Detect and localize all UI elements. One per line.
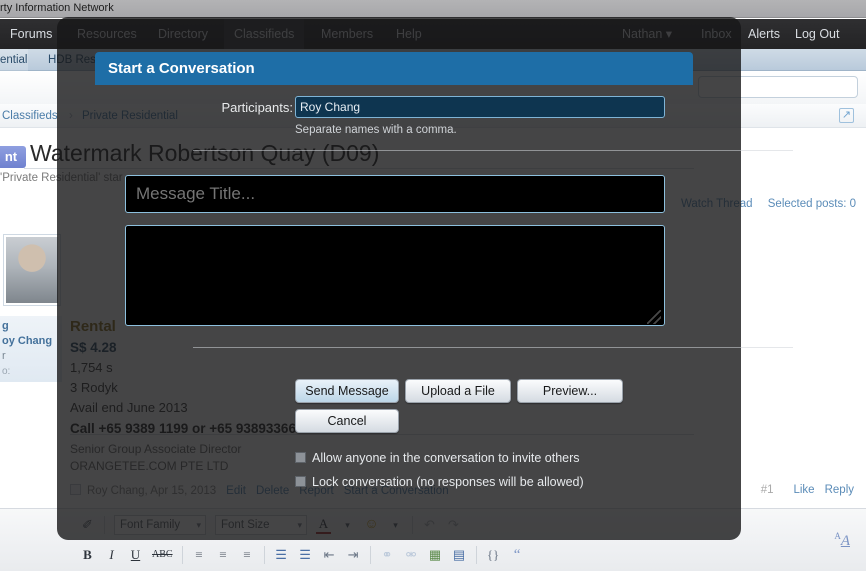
bold-icon[interactable]: B (80, 547, 95, 563)
align-right-icon[interactable]: ≡ (240, 547, 255, 563)
allow-invite-checkbox-row[interactable]: Allow anyone in the conversation to invi… (295, 450, 580, 466)
post-author-messages: o: (2, 366, 11, 377)
post-like-link[interactable]: Like (793, 484, 814, 496)
post-author-name[interactable]: oy Chang (2, 334, 60, 349)
nav-item-forums[interactable]: Forums (10, 19, 52, 49)
participants-label: Participants: (221, 100, 293, 115)
bullet-list-icon[interactable]: ☰ (274, 547, 289, 563)
message-body-textarea[interactable] (125, 225, 665, 326)
post-user-info: g oy Chang r o: (0, 316, 62, 382)
message-title-input[interactable] (125, 175, 665, 213)
post-reply-link[interactable]: Reply (825, 484, 854, 496)
italic-icon[interactable]: I (104, 547, 119, 563)
start-conversation-dialog: Start a Conversation Participants: Separ… (95, 52, 793, 512)
outdent-icon[interactable]: ⇤ (322, 547, 337, 563)
underline-icon[interactable]: U (128, 547, 143, 563)
insert-image-icon[interactable]: ▦ (428, 547, 443, 563)
align-center-icon[interactable]: ≡ (216, 547, 231, 563)
dialog-divider-bottom (193, 347, 793, 348)
editor-toolbar-row-2: B I U ABC ≡ ≡ ≡ ☰ ☰ ⇤ ⇥ ⚭ ⚮ ▦ ▤ {} “ (80, 541, 525, 569)
browser-titlebar: rty Information Network (0, 0, 866, 18)
font-size-toggle-main: A (840, 533, 850, 549)
lock-conversation-checkbox-row[interactable]: Lock conversation (no responses will be … (295, 474, 584, 490)
dialog-header: Start a Conversation (95, 52, 693, 85)
toolbar-divider (369, 546, 371, 564)
post-number: #1 (760, 484, 774, 496)
lock-conversation-checkbox[interactable] (295, 476, 306, 487)
open-external-icon[interactable]: ↗ (839, 108, 854, 123)
toolbar-divider (475, 546, 477, 564)
toolbar-divider (263, 546, 265, 564)
strikethrough-icon[interactable]: ABC (152, 547, 173, 563)
lock-conversation-label: Lock conversation (no responses will be … (312, 475, 584, 489)
font-size-toggle-icon[interactable]: AA (834, 531, 850, 550)
code-icon[interactable]: {} (486, 547, 501, 563)
unlink-icon[interactable]: ⚮ (404, 547, 419, 563)
participants-hint: Separate names with a comma. (295, 124, 457, 136)
numbered-list-icon[interactable]: ☰ (298, 547, 313, 563)
post-footer-right: #1 Like Reply (761, 484, 854, 496)
breadcrumb-classifieds[interactable]: Classifieds (2, 104, 58, 128)
allow-invite-checkbox[interactable] (295, 452, 306, 463)
nav-item-alerts[interactable]: Alerts (748, 19, 780, 49)
insert-media-icon[interactable]: ▤ (452, 547, 467, 563)
participants-row: Participants: (95, 96, 693, 118)
indent-icon[interactable]: ⇥ (346, 547, 361, 563)
toolbar-divider (181, 546, 183, 564)
avatar[interactable] (3, 234, 61, 306)
upload-file-button[interactable]: Upload a File (405, 379, 511, 403)
post-author-role: r (2, 350, 6, 362)
participants-input[interactable] (295, 96, 665, 118)
browser-title: rty Information Network (0, 2, 114, 14)
dialog-title: Start a Conversation (108, 60, 255, 77)
dialog-divider-top (193, 150, 793, 151)
align-left-icon[interactable]: ≡ (192, 547, 207, 563)
allow-invite-label: Allow anyone in the conversation to invi… (312, 451, 580, 465)
nav-item-logout[interactable]: Log Out (795, 19, 839, 49)
textarea-resize-handle[interactable] (647, 310, 661, 324)
subnav-item-private-residential[interactable]: ential (0, 49, 28, 71)
preview-button[interactable]: Preview... (517, 379, 623, 403)
link-icon[interactable]: ⚭ (380, 547, 395, 563)
send-message-button[interactable]: Send Message (295, 379, 399, 403)
post-author-name-partial[interactable]: g (2, 319, 60, 334)
quote-icon[interactable]: “ (510, 547, 525, 563)
status-badge: nt (0, 146, 26, 168)
cancel-button[interactable]: Cancel (295, 409, 399, 433)
